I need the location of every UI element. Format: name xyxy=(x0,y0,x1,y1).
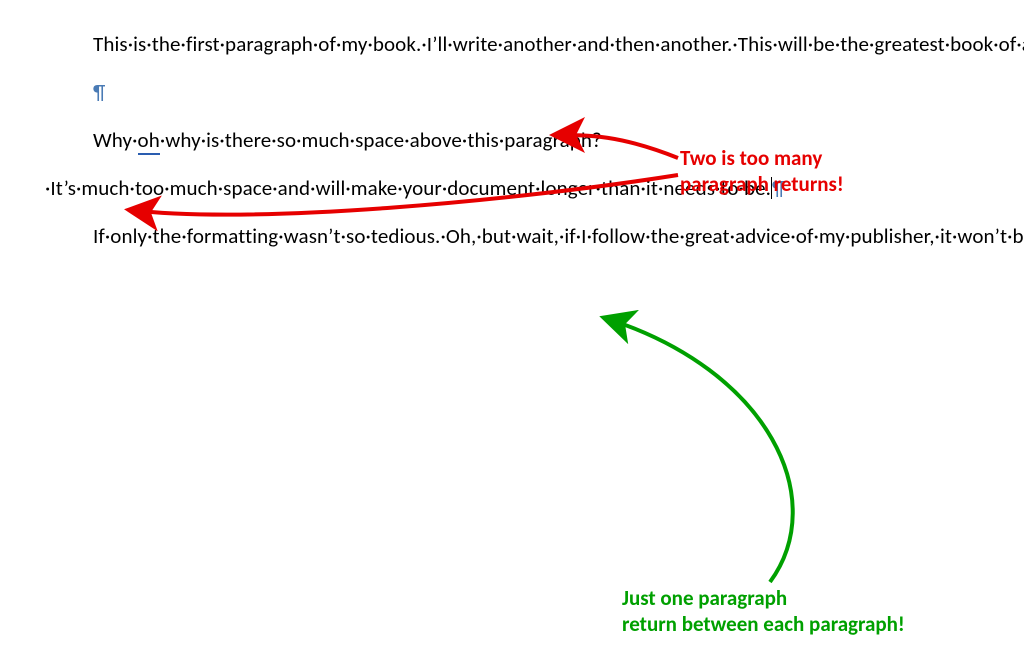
annotation-red: Two is too many paragraph returns! xyxy=(680,145,844,197)
blank-paragraph: ¶ xyxy=(45,68,979,116)
document-body: This·is·the·first·paragraph·of·my·book.·… xyxy=(45,20,979,260)
pilcrow-icon: ¶ xyxy=(93,79,105,105)
annotation-green-line2: return between each paragraph! xyxy=(622,611,905,637)
document-page: This·is·the·first·paragraph·of·my·book.·… xyxy=(0,0,1024,660)
paragraph-1: This·is·the·first·paragraph·of·my·book.·… xyxy=(45,20,979,68)
paragraph-3: If·only·the·formatting·wasn’t·so·tedious… xyxy=(45,212,979,260)
annotation-green-line1: Just one paragraph xyxy=(622,585,787,611)
paragraph-3-text: If·only·the·formatting·wasn’t·so·tedious… xyxy=(93,223,1024,249)
paragraph-2-text-a: Why· xyxy=(93,127,138,153)
grammar-squiggle: oh xyxy=(138,127,160,155)
annotation-red-line2: paragraph returns! xyxy=(680,171,844,197)
annotation-red-line1: Two is too many xyxy=(680,145,822,171)
annotation-green: Just one paragraph return between each p… xyxy=(622,585,905,637)
paragraph-1-text: This·is·the·first·paragraph·of·my·book.·… xyxy=(93,31,1024,57)
